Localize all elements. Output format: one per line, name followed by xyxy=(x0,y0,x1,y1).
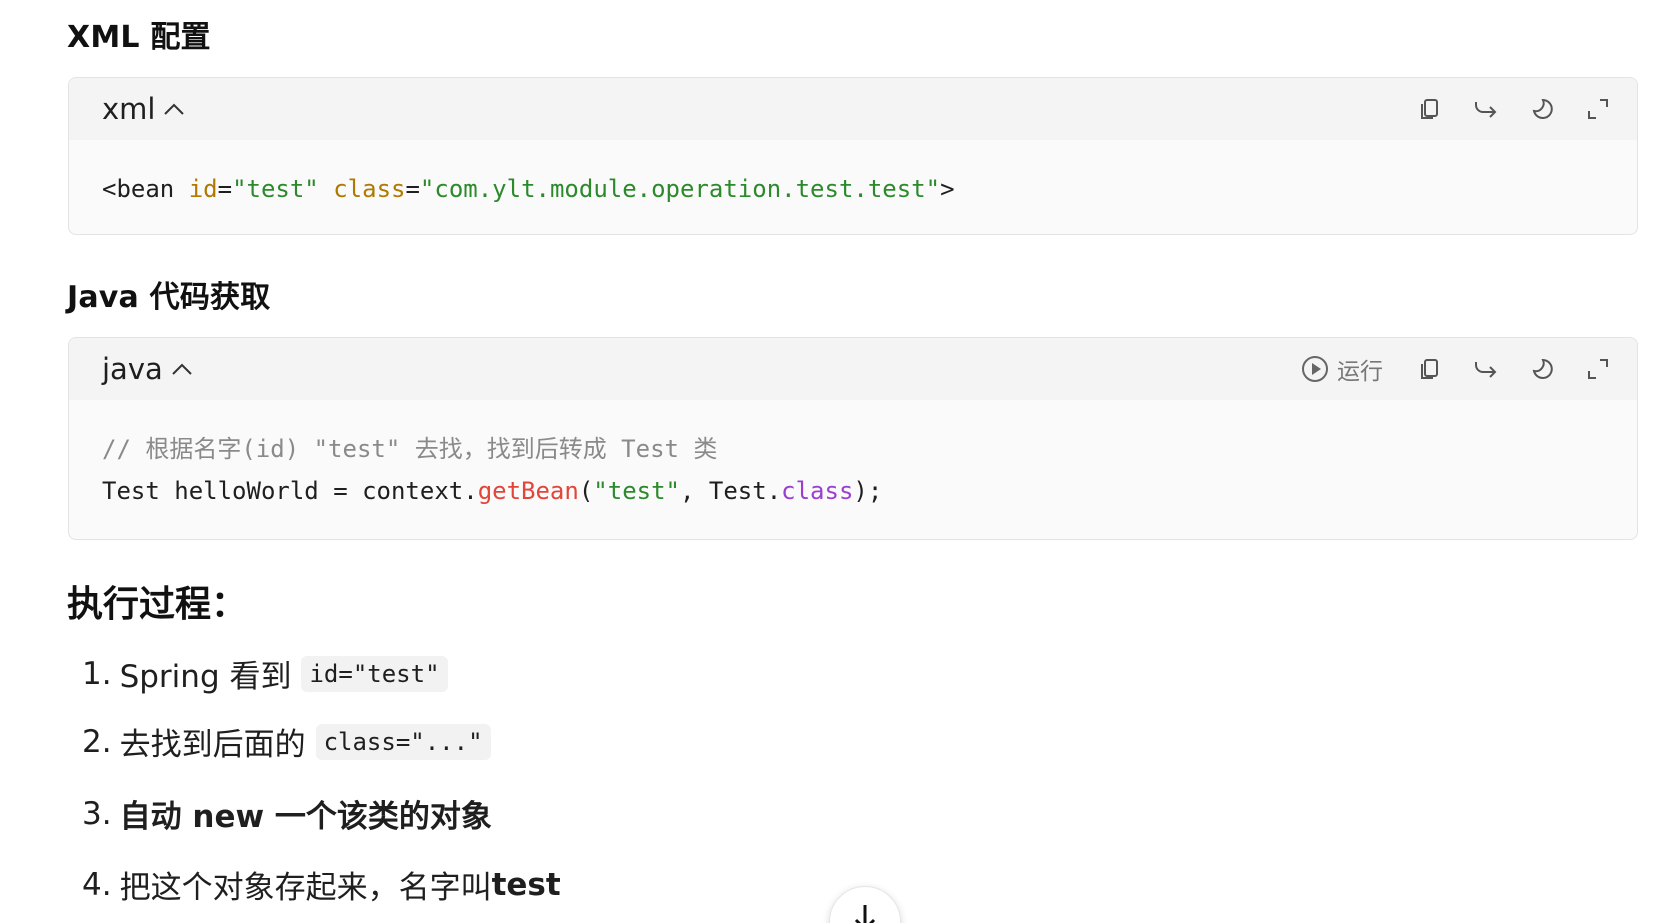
code-token: ); xyxy=(853,477,883,505)
step-number: 2. xyxy=(82,723,112,760)
share-icon[interactable] xyxy=(1473,356,1499,382)
code-token: = xyxy=(405,175,420,203)
list-item: 3. 自动 new 一个该类的对象 xyxy=(82,791,492,836)
java-code: // 根据名字(id) "test" 去找，找到后转成 Test 类 Test … xyxy=(69,400,1637,539)
copy-icon[interactable] xyxy=(1417,356,1443,382)
step-text: 自动 new 一个该类的对象 xyxy=(119,799,492,835)
code-keyword: class xyxy=(781,477,854,505)
play-circle-icon xyxy=(1302,356,1328,382)
language-label: xml xyxy=(102,92,156,126)
page: XML 配置 xml <bean id="test" class="com.yl… xyxy=(0,0,1670,923)
code-token: , Test. xyxy=(680,477,782,505)
code-block-header: java 运行 xyxy=(69,338,1637,400)
chevron-up-icon xyxy=(164,103,185,115)
code-actions xyxy=(1417,96,1611,122)
step-bold-text: test xyxy=(491,866,561,903)
step-number: 4. xyxy=(82,866,112,903)
process-heading: 执行过程： xyxy=(67,584,248,625)
expand-icon[interactable] xyxy=(1585,356,1611,382)
code-string: "test" xyxy=(232,175,319,203)
inline-code: id="test" xyxy=(301,655,448,692)
step-number: 3. xyxy=(82,795,112,832)
language-label: java xyxy=(102,352,163,386)
java-code-heading: Java 代码获取 xyxy=(67,280,271,315)
step-number: 1. xyxy=(82,655,112,692)
code-attr: class xyxy=(333,175,406,203)
code-string: "test" xyxy=(593,477,680,505)
code-token: Test helloWorld = context. xyxy=(102,477,478,505)
moon-icon[interactable] xyxy=(1529,96,1555,122)
xml-code: <bean id="test" class="com.ylt.module.op… xyxy=(69,140,1637,234)
step-text: 去找到后面的 xyxy=(119,727,306,763)
expand-icon[interactable] xyxy=(1585,96,1611,122)
code-token: <bean xyxy=(102,175,189,203)
scroll-to-bottom-button[interactable] xyxy=(829,886,901,923)
list-item: 4. 把这个对象存起来，名字叫 test xyxy=(82,862,561,907)
code-comment: // 根据名字(id) "test" 去找，找到后转成 Test 类 xyxy=(102,435,718,463)
code-string: "com.ylt.module.operation.test.test" xyxy=(419,175,941,203)
step-text: Spring 看到 xyxy=(119,659,292,695)
xml-code-block: xml <bean id="test" class="com.ylt.modul… xyxy=(68,77,1638,235)
list-item: 1. Spring 看到 id="test" xyxy=(82,651,448,696)
run-label: 运行 xyxy=(1337,359,1383,385)
step-text: 把这个对象存起来，名字叫 xyxy=(119,870,492,906)
language-toggle[interactable]: java xyxy=(102,352,193,386)
code-actions: 运行 xyxy=(1301,352,1611,386)
share-icon[interactable] xyxy=(1473,96,1499,122)
code-block-header: xml xyxy=(69,78,1637,140)
inline-code: class="..." xyxy=(315,723,491,760)
run-button[interactable]: 运行 xyxy=(1301,352,1383,386)
java-code-block: java 运行 // 根据名字(id) "test" 去找，找到后转成 Test… xyxy=(68,337,1638,540)
code-function: getBean xyxy=(477,477,579,505)
code-attr: id xyxy=(188,175,218,203)
xml-config-heading: XML 配置 xyxy=(67,20,211,55)
chevron-up-icon xyxy=(172,363,192,375)
code-token: = xyxy=(217,175,233,203)
code-token: ( xyxy=(578,477,594,505)
list-item: 2. 去找到后面的 class="..." xyxy=(82,719,491,764)
code-token: > xyxy=(940,175,955,203)
copy-icon[interactable] xyxy=(1417,96,1443,122)
arrow-down-icon xyxy=(854,905,876,923)
moon-icon[interactable] xyxy=(1529,356,1555,382)
language-toggle[interactable]: xml xyxy=(102,92,185,126)
